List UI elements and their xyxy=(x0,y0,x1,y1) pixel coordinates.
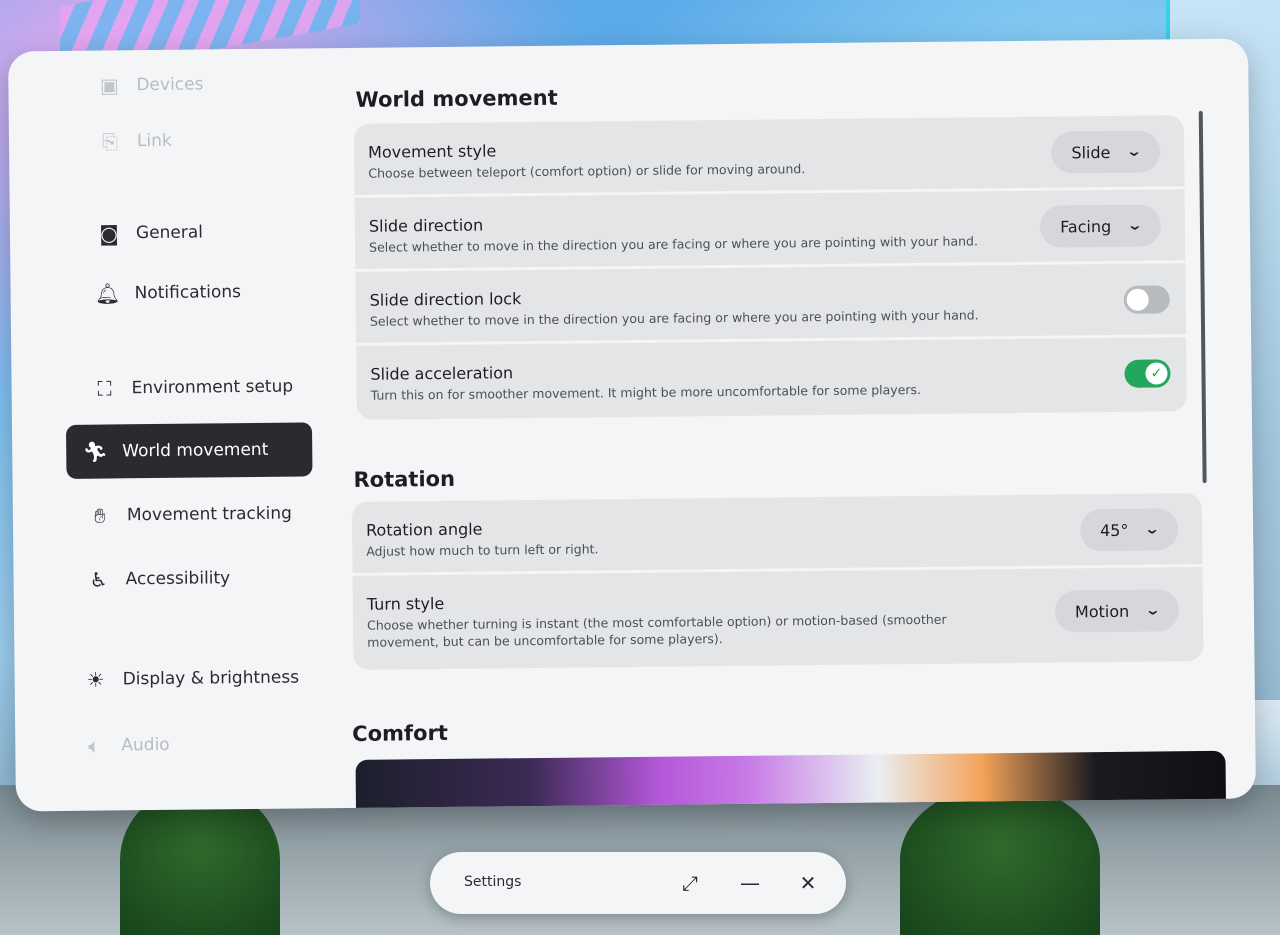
turn-style-dropdown[interactable]: Motion ⌄ xyxy=(1054,589,1180,633)
setting-movement-style: Movement style Choose between teleport (… xyxy=(353,115,1185,198)
slide-direction-dropdown[interactable]: Facing ⌄ xyxy=(1039,204,1162,248)
tracking-person-icon: ✋︎ xyxy=(94,503,106,528)
dropdown-value: Motion xyxy=(1074,601,1130,621)
sidebar-item-label: Link xyxy=(136,130,172,152)
section-title-comfort: Comfort xyxy=(352,720,449,746)
sidebar-item-label: Devices xyxy=(136,74,204,96)
device-icon: ▣ xyxy=(99,73,119,98)
section-title-world-movement: World movement xyxy=(355,85,558,112)
setting-title: Rotation angle xyxy=(365,519,483,540)
movement-style-dropdown[interactable]: Slide ⌄ xyxy=(1051,130,1161,174)
settings-panel: ▣ Devices ⎘ Link ◙ General 🔔︎ Notificati… xyxy=(8,38,1256,812)
setting-title: Movement style xyxy=(368,141,497,162)
sidebar-item-environment-setup[interactable]: ⛶ Environment setup xyxy=(75,359,322,416)
sidebar-item-label: World movement xyxy=(122,439,269,462)
minimize-icon[interactable]: — xyxy=(733,866,767,900)
boundary-icon: ⛶ xyxy=(97,376,112,401)
dropdown-value: 45° xyxy=(1099,520,1129,540)
toggle-knob xyxy=(1126,288,1149,311)
close-icon[interactable]: ✕ xyxy=(791,866,825,900)
sidebar-item-movement-tracking[interactable]: ✋︎ Movement tracking xyxy=(71,486,318,543)
background-tree xyxy=(900,785,1100,935)
window-title: Settings xyxy=(464,874,522,890)
sidebar-item-accessibility[interactable]: ♿︎ Accessibility xyxy=(69,550,316,607)
sidebar-item-label: Audio xyxy=(121,734,170,756)
sidebar-item-notifications[interactable]: 🔔︎ Notifications xyxy=(78,264,325,321)
chevron-down-icon: ⌄ xyxy=(1143,521,1161,538)
dropdown-value: Facing xyxy=(1060,216,1112,237)
setting-rotation-angle: Rotation angle Adjust how much to turn l… xyxy=(351,493,1203,576)
chevron-down-icon: ⌄ xyxy=(1144,602,1162,619)
sidebar-item-display-brightness[interactable]: ☀︎ Display & brightness xyxy=(66,650,313,707)
sidebar-item-label: Notifications xyxy=(134,282,242,304)
expand-icon[interactable]: ⤢ xyxy=(673,866,707,900)
sidebar-item-world-movement[interactable]: 🏃︎ World movement xyxy=(65,422,313,479)
section-title-rotation: Rotation xyxy=(353,466,456,492)
setting-slide-acceleration: Slide acceleration Turn this on for smoo… xyxy=(356,337,1187,420)
setting-description: Adjust how much to turn left or right. xyxy=(366,541,599,559)
sidebar-item-label: Accessibility xyxy=(125,568,231,590)
chevron-down-icon: ⌄ xyxy=(1126,217,1144,234)
bell-icon: 🔔︎ xyxy=(94,281,121,306)
sidebar-item-label: Display & brightness xyxy=(122,667,300,690)
setting-slide-direction: Slide direction Select whether to move i… xyxy=(354,189,1186,272)
sidebar-item-label: General xyxy=(135,222,204,244)
slide-acceleration-toggle[interactable]: ✓ xyxy=(1124,359,1171,388)
sidebar-item-audio[interactable]: 🔈︎ Audio xyxy=(65,716,312,773)
sidebar-item-link[interactable]: ⎘ Link xyxy=(81,112,328,169)
link-icon: ⎘ xyxy=(101,129,119,154)
setting-slide-direction-lock: Slide direction lock Select whether to m… xyxy=(355,263,1187,346)
speaker-icon: 🔈︎ xyxy=(88,733,101,758)
sidebar-item-label: Environment setup xyxy=(131,376,294,399)
setting-turn-style: Turn style Choose whether turning is ins… xyxy=(353,567,1204,670)
setting-description: Select whether to move in the direction … xyxy=(369,233,978,255)
setting-title: Slide direction lock xyxy=(369,289,522,310)
rotation-angle-dropdown[interactable]: 45° ⌄ xyxy=(1079,508,1179,552)
accessibility-icon: ♿︎ xyxy=(89,567,108,592)
setting-description: Select whether to move in the direction … xyxy=(369,307,979,329)
setting-title: Slide acceleration xyxy=(370,363,514,384)
chevron-down-icon: ⌄ xyxy=(1126,143,1143,160)
running-person-icon: 🏃︎ xyxy=(82,439,109,464)
setting-description: Choose whether turning is instant (the m… xyxy=(367,611,947,650)
slide-direction-lock-toggle[interactable] xyxy=(1123,285,1170,314)
headset-icon: ◙ xyxy=(99,221,119,246)
rotation-group: Rotation angle Adjust how much to turn l… xyxy=(351,493,1204,670)
setting-description: Turn this on for smoother movement. It m… xyxy=(370,381,922,403)
sidebar: ▣ Devices ⎘ Link ◙ General 🔔︎ Notificati… xyxy=(8,48,336,811)
content-area: World movement Movement style Choose bet… xyxy=(343,39,1211,808)
sidebar-item-label: Movement tracking xyxy=(126,503,293,526)
sidebar-item-general[interactable]: ◙ General xyxy=(80,204,327,261)
checkmark-icon: ✓ xyxy=(1145,362,1168,385)
setting-description: Choose between teleport (comfort option)… xyxy=(368,161,806,181)
window-bar: Settings ⤢ — ✕ xyxy=(430,852,846,914)
sun-icon: ☀︎ xyxy=(86,667,105,692)
world-movement-group: Movement style Choose between teleport (… xyxy=(353,115,1187,420)
dropdown-value: Slide xyxy=(1071,142,1111,162)
sidebar-item-devices[interactable]: ▣ Devices xyxy=(80,56,327,113)
